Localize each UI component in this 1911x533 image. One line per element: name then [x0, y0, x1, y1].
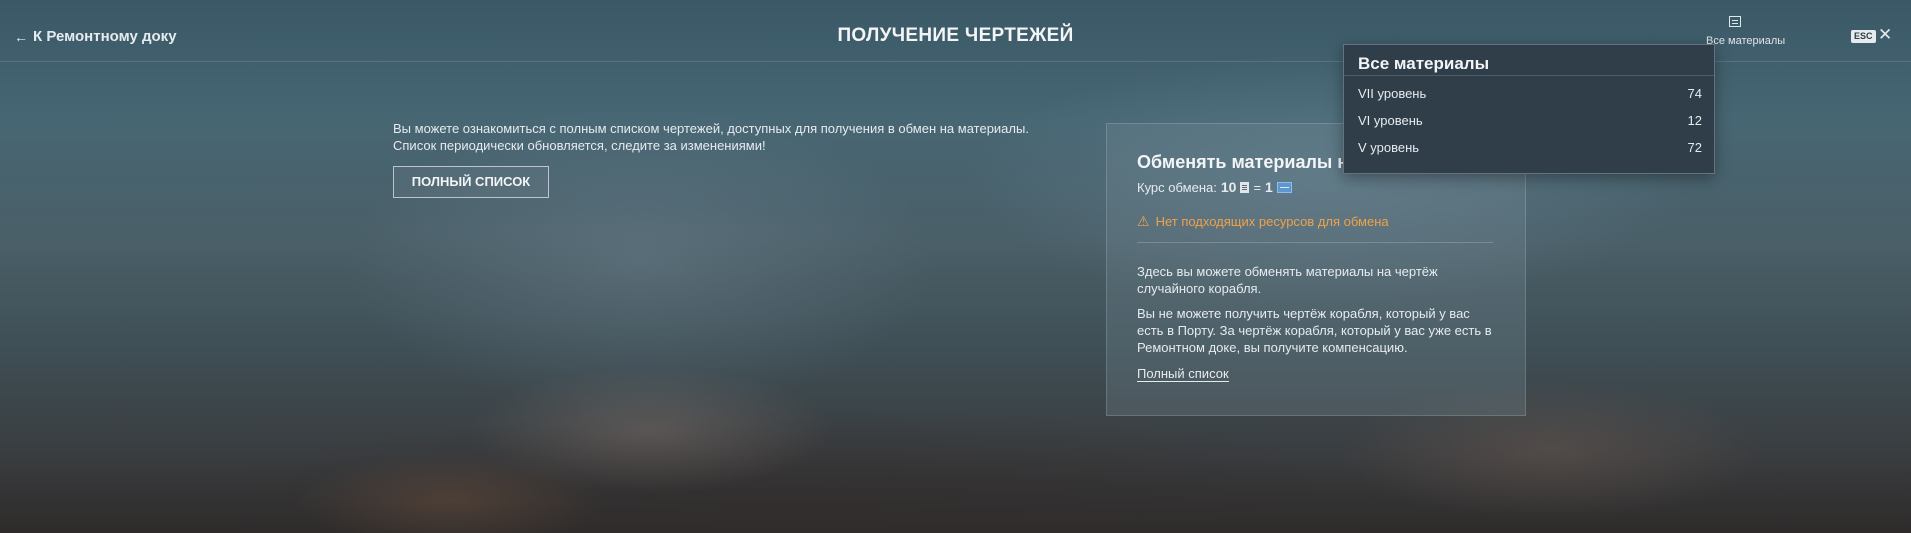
exchange-rate: Курс обмена: 10 = 1	[1137, 179, 1495, 195]
warning-text: Нет подходящих ресурсов для обмена	[1155, 214, 1389, 229]
rate-equals: =	[1253, 179, 1262, 195]
material-tier-label: V уровень	[1358, 140, 1420, 155]
rate-to-value: 1	[1265, 179, 1273, 195]
materials-dropdown: Все материалы VII уровень 74 VI уровень …	[1343, 44, 1715, 174]
material-row-tier-7: VII уровень 74	[1344, 80, 1714, 107]
full-list-link[interactable]: Полный список	[1137, 366, 1229, 382]
materials-icon	[1729, 16, 1741, 27]
material-count: 74	[1687, 86, 1702, 101]
exchange-rate-label: Курс обмена:	[1137, 179, 1217, 195]
intro-text: Вы можете ознакомиться с полным списком …	[393, 120, 1053, 154]
material-row-tier-6: VI уровень 12	[1344, 107, 1714, 134]
esc-key-hint: ESC	[1851, 30, 1876, 43]
all-materials-button[interactable]: Все материалы	[1702, 14, 1792, 47]
no-resources-warning: ⚠ Нет подходящих ресурсов для обмена	[1137, 213, 1493, 243]
full-list-button[interactable]: ПОЛНЫЙ СПИСОК	[393, 166, 549, 198]
material-tier-label: VII уровень	[1358, 86, 1427, 101]
blueprint-icon	[1276, 181, 1292, 193]
material-row-tier-5: V уровень 72	[1344, 134, 1714, 161]
close-icon[interactable]: ✕	[1878, 25, 1892, 45]
warning-triangle-icon: ⚠	[1137, 213, 1150, 229]
rate-from-value: 10	[1220, 179, 1237, 195]
all-materials-label: Все материалы	[1706, 35, 1786, 47]
materials-list: VII уровень 74 VI уровень 12 V уровень 7…	[1344, 76, 1714, 161]
intro-line-2: Список периодически обновляется, следите…	[393, 138, 766, 153]
exchange-restriction-note: Вы не можете получить чертёж корабля, ко…	[1137, 306, 1492, 355]
material-count: 72	[1687, 140, 1702, 155]
material-document-icon	[1240, 181, 1250, 193]
exchange-description: Здесь вы можете обменять материалы на че…	[1137, 264, 1438, 296]
material-tier-label: VI уровень	[1358, 113, 1423, 128]
material-count: 12	[1687, 113, 1702, 128]
dropdown-title: Все материалы	[1344, 45, 1714, 76]
intro-line-1: Вы можете ознакомиться с полным списком …	[393, 121, 1029, 136]
